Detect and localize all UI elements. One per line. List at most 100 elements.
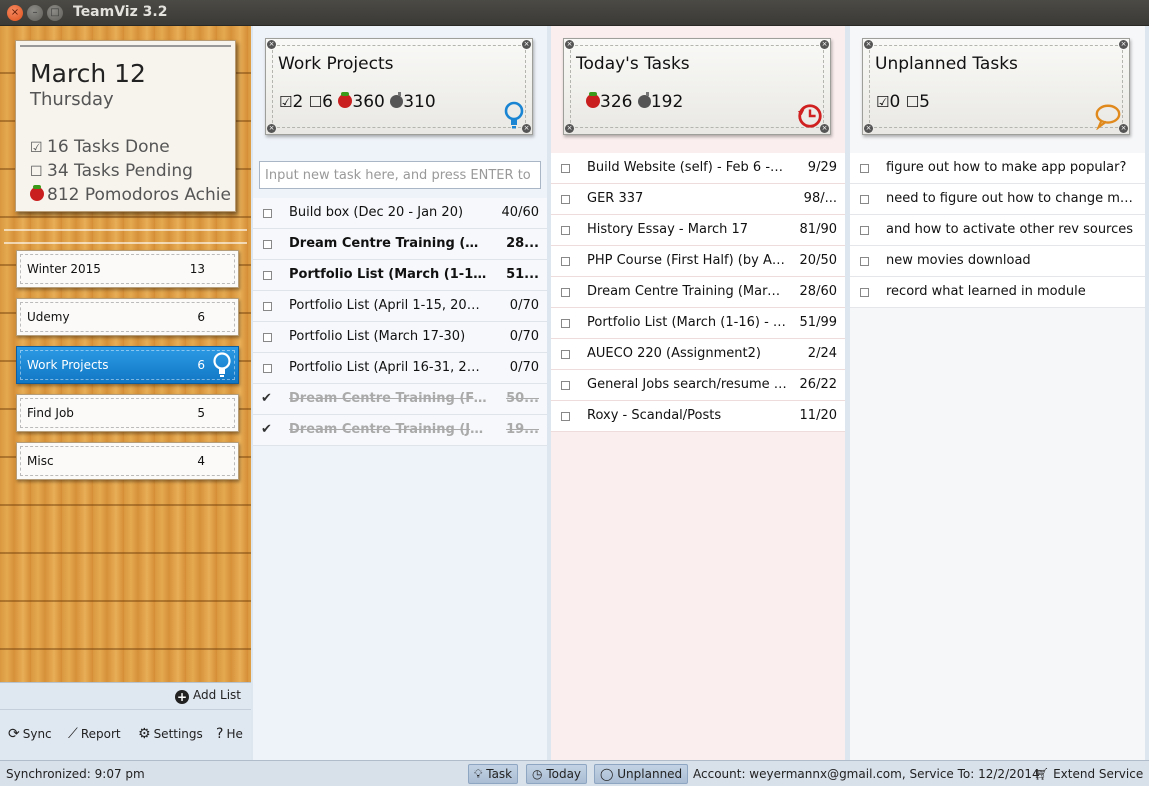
app-window: × – □ TeamViz 3.2 March 12 Thursday ☑ 16 … [0,0,1149,786]
clock-history-icon [797,104,822,128]
task-view-button[interactable]: 💡︎ Task [468,764,519,784]
task-progress: 81/90 [799,222,837,237]
task-row[interactable]: Dream Centre Training (March 1-16) 28/60 [551,277,845,308]
task-checkbox[interactable] [561,350,570,359]
task-checkbox[interactable] [860,164,869,173]
task-row[interactable]: Portfolio List (March (1-16) - April) 51/… [551,308,845,339]
task-progress: 51... [506,267,539,282]
task-checkbox[interactable] [263,333,272,342]
task-row[interactable]: figure out how to make app popular? [850,153,1145,184]
task-checkbox-checked[interactable]: ✔ [261,391,272,406]
task-row[interactable]: General Jobs search/resume writing 26/22 [551,370,845,401]
pomodoro-count: 326 [600,92,633,112]
task-row[interactable]: History Essay - March 17 81/90 [551,215,845,246]
task-row[interactable]: Build Website (self) - Feb 6 - March 9/29 [551,153,845,184]
task-name: AUECO 220 (Assignment2) [587,346,761,361]
task-progress: 2/24 [807,346,837,361]
task-row[interactable]: ✔ Dream Centre Training (Jan 2015) 19... [253,415,547,446]
bomb-icon [637,92,651,108]
speech-bubble-icon: ◯ [600,767,614,781]
task-row[interactable]: Portfolio List (March (1-16) - April) 51.… [253,260,547,291]
sync-button[interactable]: ⟳ Sync [8,726,52,742]
unplanned-view-button[interactable]: ◯ Unplanned [594,764,689,784]
list-item-find-job[interactable]: Find Job 5 [16,394,239,432]
minimize-window-button[interactable]: – [27,5,43,21]
task-checkbox[interactable] [561,164,570,173]
help-button[interactable]: ? He [216,726,243,742]
clipboard-check-icon: ☑ [279,93,293,111]
add-list-button[interactable]: + Add List [174,688,241,704]
today-view-button[interactable]: ◷ Today [526,764,588,784]
tasks-done-stat: ☑ 16 Tasks Done [30,137,235,157]
task-checkbox[interactable] [263,302,272,311]
task-row[interactable]: Roxy - Scandal/Posts 11/20 [551,401,845,432]
task-name: Dream Centre Training (Jan 2015) [289,422,487,437]
task-checkbox[interactable] [263,240,272,249]
clipboard-icon: ☐ [905,93,920,111]
settings-button[interactable]: ⚙ Settings [138,726,203,742]
extend-service-button[interactable]: 🛒︎ Extend Service [1034,767,1143,781]
task-row[interactable]: Portfolio List (March 17-30) 0/70 [253,322,547,353]
tomato-icon [30,185,44,204]
task-checkbox[interactable] [561,319,570,328]
task-row[interactable]: new movies download [850,246,1145,277]
task-checkbox-checked[interactable]: ✔ [261,422,272,437]
list-item-winter-2015[interactable]: Winter 2015 13 [16,250,239,288]
tomato-icon [338,92,353,108]
clock-icon: ◷ [532,767,543,781]
new-task-input[interactable] [259,161,541,189]
list-count: 5 [197,406,205,420]
list-name: Find Job [27,406,74,420]
task-checkbox[interactable] [860,226,869,235]
list-count: 6 [197,358,205,372]
task-row[interactable]: Portfolio List (April 16-31, 2015) 0/70 [253,353,547,384]
report-button[interactable]: ⟋ Report [68,726,121,742]
task-checkbox[interactable] [561,226,570,235]
task-checkbox[interactable] [860,257,869,266]
task-view-label: Task [486,767,513,781]
list-name: Udemy [27,310,70,324]
close-window-button[interactable]: × [7,5,23,21]
task-checkbox[interactable] [263,364,272,373]
task-name: Build Website (self) - Feb 6 - March [587,160,787,175]
list-item-udemy[interactable]: Udemy 6 [16,298,239,336]
task-row[interactable]: need to figure out how to change my plan [850,184,1145,215]
task-row[interactable]: Portfolio List (April 1-15, 2015) 0/70 [253,291,547,322]
task-checkbox[interactable] [561,257,570,266]
task-progress: 28... [506,236,539,251]
pending-count: 5 [919,92,930,112]
maximize-window-button[interactable]: □ [47,5,63,21]
task-name: Dream Centre Training (March 1-16) [289,236,487,251]
column-counts: ☑2 ☐6 360 310 [279,92,436,112]
task-row[interactable]: ✔ Dream Centre Training (Feb 2015) 50... [253,384,547,415]
weekday-label: Thursday [30,89,114,110]
pending-count: 6 [322,92,333,112]
account-info: Account: weyermannx@gmail.com, Service T… [693,767,1040,781]
pin-icon: × [565,124,574,133]
title-bar: × – □ TeamViz 3.2 [0,0,1149,26]
task-checkbox[interactable] [860,288,869,297]
task-row[interactable]: record what learned in module [850,277,1145,308]
pin-icon: × [820,40,829,49]
list-item-misc[interactable]: Misc 4 [16,442,239,480]
task-checkbox[interactable] [561,288,570,297]
work-projects-task-list: Build box (Dec 20 - Jan 20) 40/60 Dream Ce… [253,198,547,446]
task-checkbox[interactable] [561,381,570,390]
task-row[interactable]: PHP Course (First Half) (by April 1) 20/5… [551,246,845,277]
task-checkbox[interactable] [263,209,272,218]
task-checkbox[interactable] [561,195,570,204]
task-name: Portfolio List (March 17-30) [289,329,466,344]
task-row[interactable]: AUECO 220 (Assignment2) 2/24 [551,339,845,370]
task-progress: 50... [506,391,539,406]
chart-icon: ⟋ [68,726,78,742]
task-row[interactable]: Build box (Dec 20 - Jan 20) 40/60 [253,198,547,229]
task-name: Portfolio List (March (1-16) - April) [289,267,487,282]
task-row[interactable]: GER 337 98/... [551,184,845,215]
task-checkbox[interactable] [263,271,272,280]
pin-icon: × [267,124,276,133]
task-checkbox[interactable] [561,412,570,421]
list-item-work-projects[interactable]: Work Projects 6 [16,346,239,384]
task-row[interactable]: and how to activate other rev sources [850,215,1145,246]
task-checkbox[interactable] [860,195,869,204]
task-row[interactable]: Dream Centre Training (March 1-16) 28... [253,229,547,260]
